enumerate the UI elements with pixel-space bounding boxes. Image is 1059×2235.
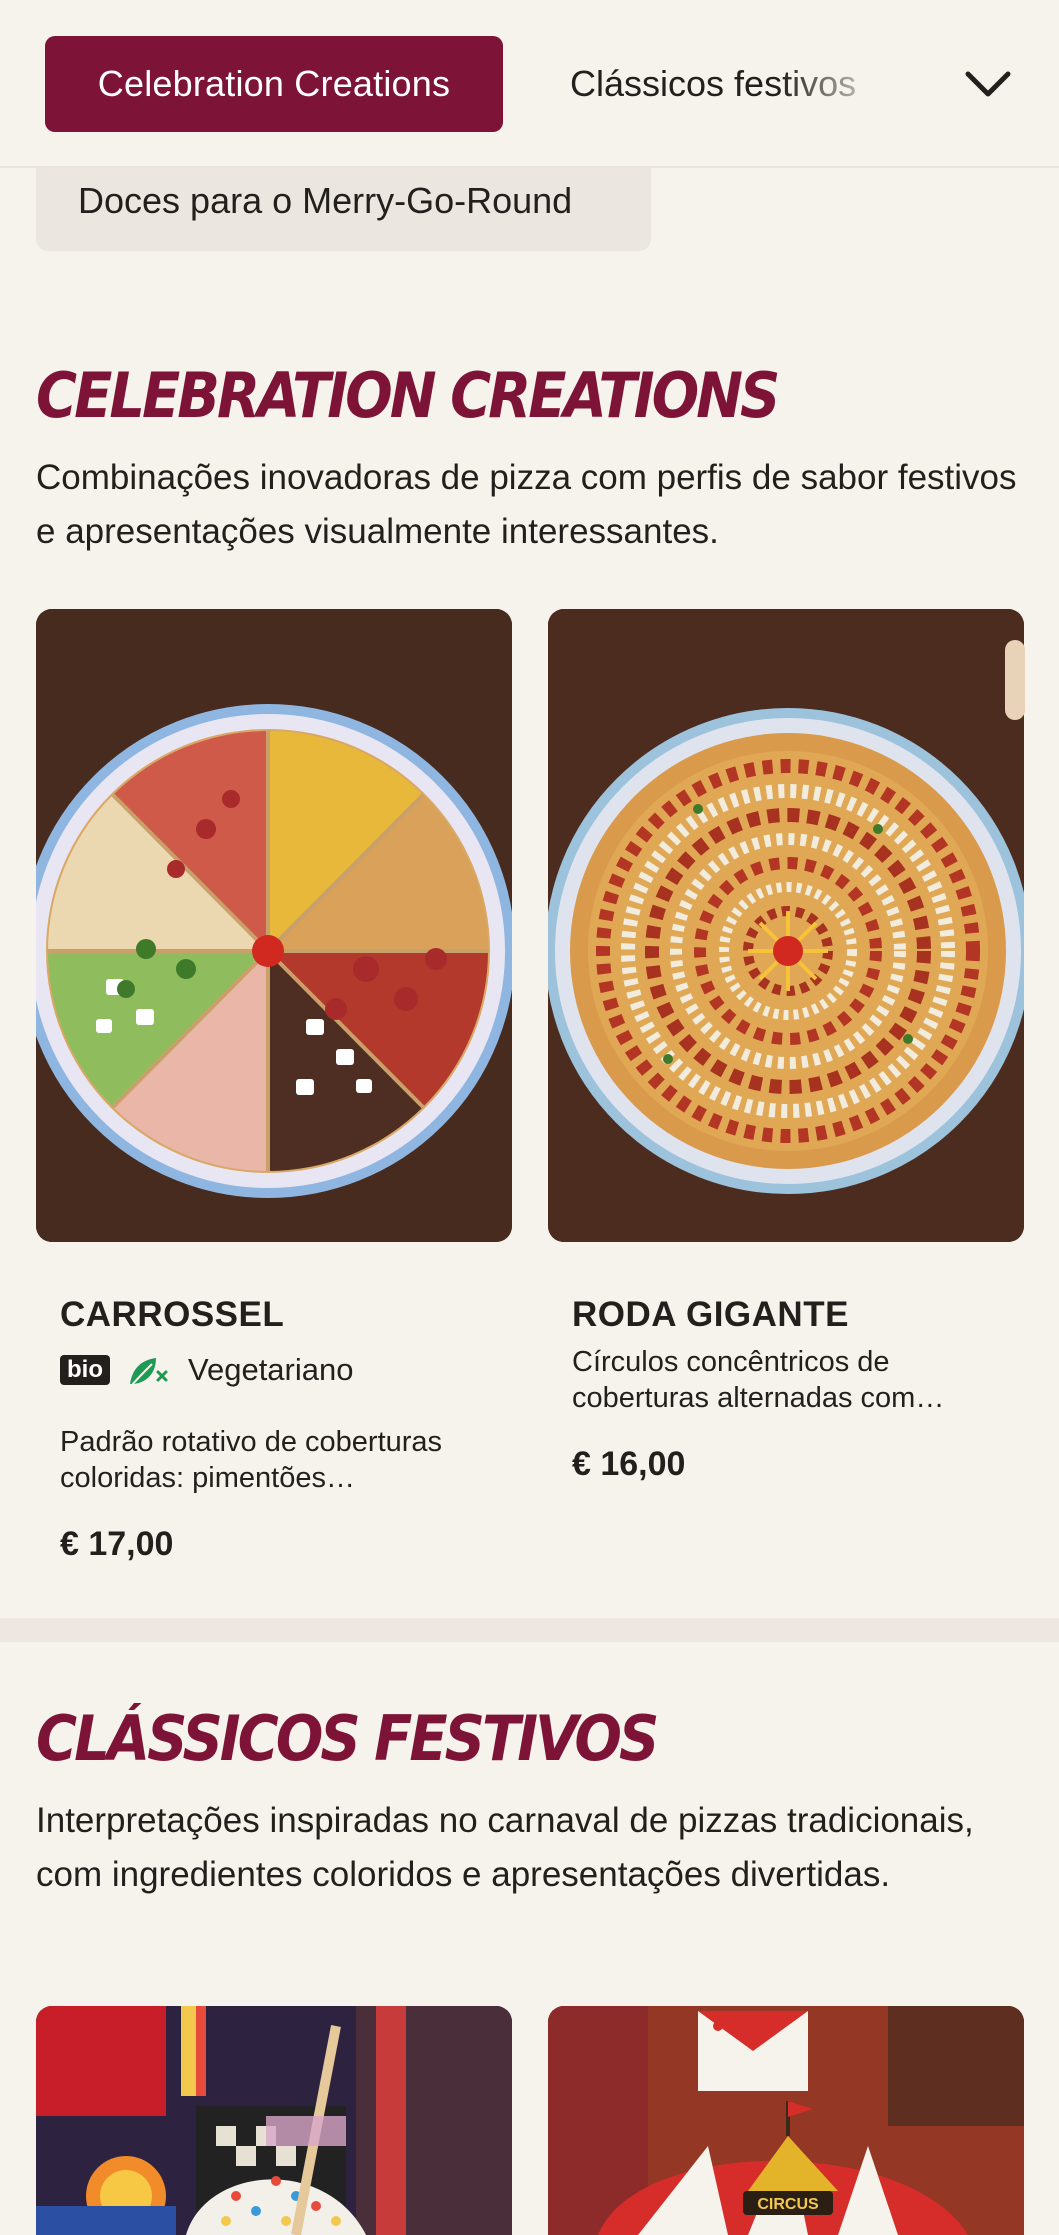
section-title: Clássicos festivos xyxy=(36,1703,659,1776)
category-tab-celebration-creations[interactable]: Celebration Creations xyxy=(45,36,503,132)
product-image-roda-gigante[interactable] xyxy=(548,609,1024,1242)
section-description: Interpretações inspiradas no carnaval de… xyxy=(36,1801,974,1894)
bio-badge: bio xyxy=(60,1355,110,1385)
chevron-down-icon xyxy=(965,71,1011,97)
product-name[interactable]: CARROSSEL xyxy=(60,1295,284,1335)
next-card-peek xyxy=(1005,640,1025,720)
scroll-fade xyxy=(780,20,940,150)
diet-label: Vegetariano xyxy=(188,1352,354,1387)
product-tags: bio Vegetariano xyxy=(60,1352,353,1388)
section-divider xyxy=(0,1618,1059,1642)
category-expand-button[interactable] xyxy=(940,36,1036,132)
product-name[interactable]: RODA GIGANTE xyxy=(572,1295,849,1335)
product-price: € 17,00 xyxy=(60,1525,174,1563)
section-title: Celebration Creations xyxy=(36,360,780,433)
product-image[interactable]: CIRCUS xyxy=(548,2006,1024,2235)
product-description: Círculos concêntricos de coberturas alte… xyxy=(572,1346,945,1414)
product-description: Padrão rotativo de coberturas coloridas:… xyxy=(60,1426,443,1494)
product-image-carrossel[interactable] xyxy=(36,609,512,1242)
product-image[interactable] xyxy=(36,2006,512,2235)
vegetarian-leaf-icon xyxy=(130,1358,168,1386)
circus-label: CIRCUS xyxy=(757,2196,819,2213)
category-nav: Celebration Creations Clássicos festivos xyxy=(0,0,1059,168)
section-description: Combinações inovadoras de pizza com perf… xyxy=(36,458,1017,551)
product-price: € 16,00 xyxy=(572,1445,686,1483)
